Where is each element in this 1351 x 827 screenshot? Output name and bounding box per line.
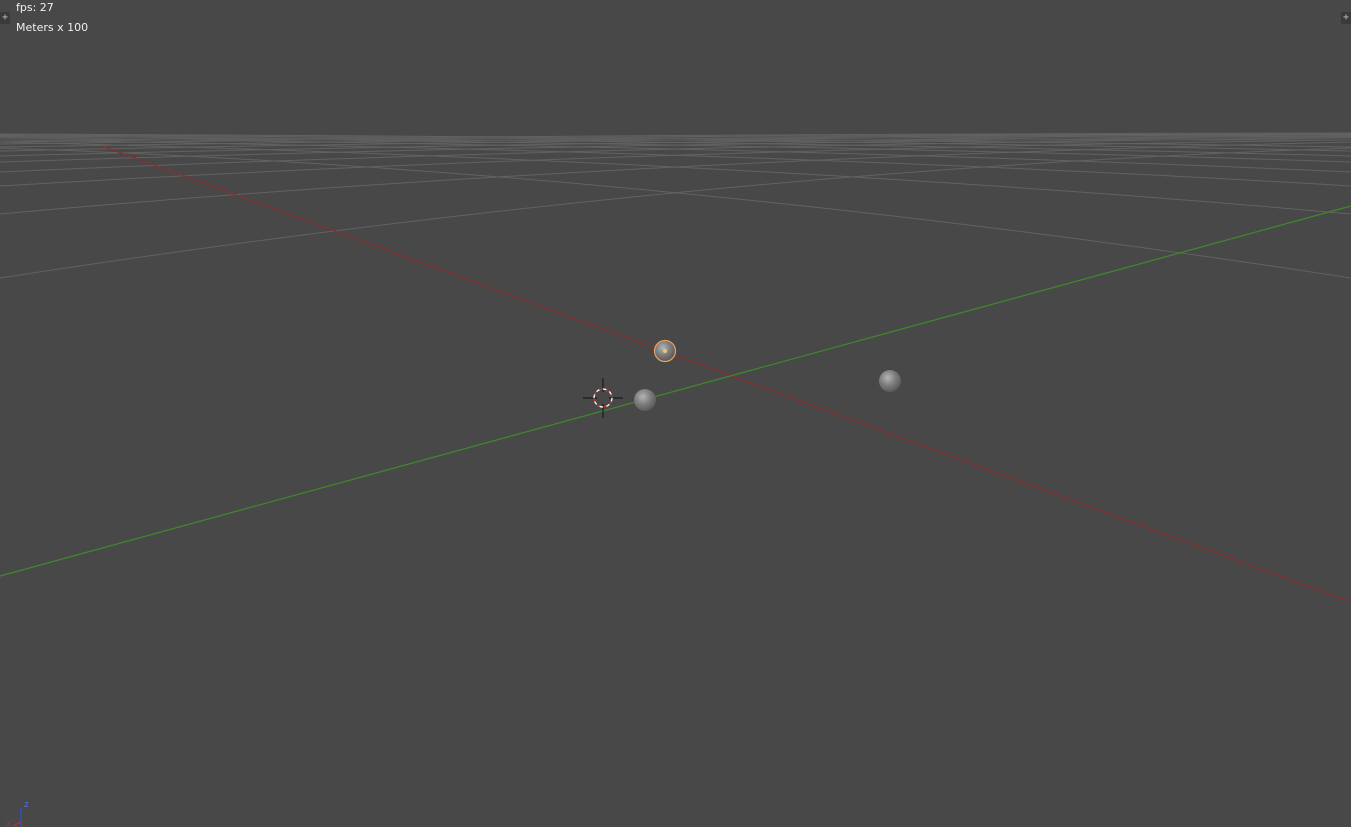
region-toggle-right-button[interactable]: + [1341, 12, 1351, 24]
fps-readout: fps: 27 [16, 1, 54, 14]
y-axis-line [0, 205, 1351, 577]
units-readout: Meters x 100 [16, 21, 89, 34]
gizmo-z-label: z [24, 800, 29, 810]
floor-grid [0, 132, 1351, 279]
sphere-object[interactable] [634, 389, 656, 411]
scene-canvas[interactable]: z x [0, 0, 1351, 827]
gizmo-x-label: x [6, 819, 12, 827]
axis-gizmo-icon: z x [6, 800, 29, 827]
x-axis-line [101, 145, 1351, 603]
3d-viewport[interactable]: z x + + fps: 27 Meters x 100 [0, 0, 1351, 827]
region-toggle-left-button[interactable]: + [0, 12, 10, 24]
3d-cursor-icon[interactable] [583, 378, 623, 418]
sphere-object[interactable] [879, 370, 901, 392]
sphere-object-selected[interactable] [653, 339, 677, 363]
